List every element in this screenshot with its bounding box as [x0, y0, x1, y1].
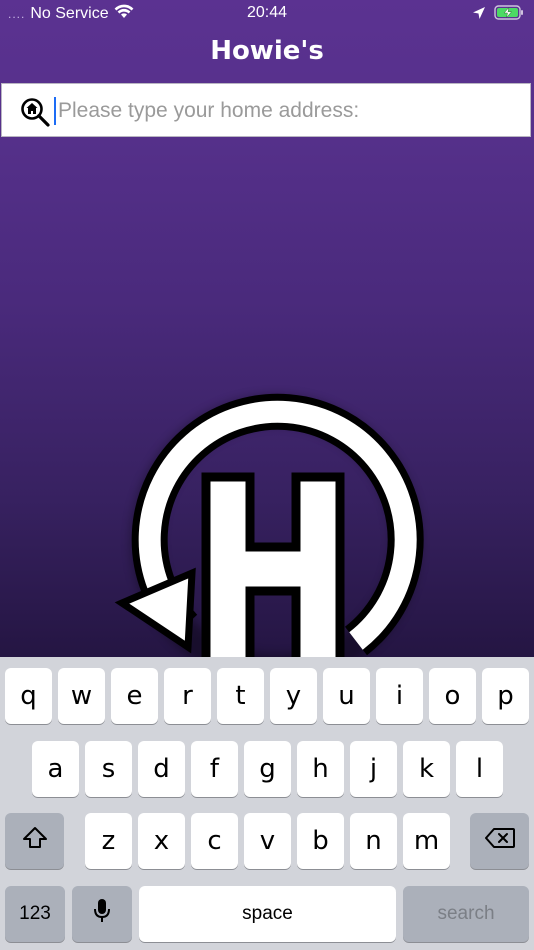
dictation-key[interactable] — [72, 886, 132, 942]
backspace-icon — [484, 826, 516, 856]
key-f[interactable]: f — [191, 741, 238, 797]
key-q[interactable]: q — [5, 668, 52, 724]
shift-icon — [22, 826, 48, 857]
key-j[interactable]: j — [350, 741, 397, 797]
key-p[interactable]: p — [482, 668, 529, 724]
backspace-key[interactable] — [470, 813, 529, 869]
app-screen: .... No Service 20:44 Howie's Please typ… — [0, 0, 534, 950]
key-g[interactable]: g — [244, 741, 291, 797]
key-r[interactable]: r — [164, 668, 211, 724]
key-h[interactable]: h — [297, 741, 344, 797]
key-o[interactable]: o — [429, 668, 476, 724]
numbers-key[interactable]: 123 — [5, 886, 65, 942]
key-b[interactable]: b — [297, 813, 344, 869]
key-z[interactable]: z — [85, 813, 132, 869]
key-l[interactable]: l — [456, 741, 503, 797]
key-y[interactable]: y — [270, 668, 317, 724]
key-w[interactable]: w — [58, 668, 105, 724]
key-c[interactable]: c — [191, 813, 238, 869]
key-a[interactable]: a — [32, 741, 79, 797]
status-time: 20:44 — [246, 4, 288, 21]
key-k[interactable]: k — [403, 741, 450, 797]
home-search-icon — [19, 96, 51, 128]
howies-h-logo — [110, 385, 430, 685]
key-e[interactable]: e — [111, 668, 158, 724]
text-cursor — [54, 97, 56, 125]
on-screen-keyboard: q w e r t y u i o p a s d f g h j k l z … — [0, 657, 534, 950]
space-key[interactable]: space — [139, 886, 396, 942]
key-m[interactable]: m — [403, 813, 450, 869]
key-x[interactable]: x — [138, 813, 185, 869]
key-n[interactable]: n — [350, 813, 397, 869]
location-arrow-icon — [472, 6, 486, 25]
address-search-bar[interactable] — [1, 83, 531, 137]
key-s[interactable]: s — [85, 741, 132, 797]
key-d[interactable]: d — [138, 741, 185, 797]
key-t[interactable]: t — [217, 668, 264, 724]
nav-bar: Howie's — [0, 30, 534, 76]
status-bar: .... No Service 20:44 — [0, 0, 534, 28]
key-u[interactable]: u — [323, 668, 370, 724]
shift-key[interactable] — [5, 813, 64, 869]
search-key[interactable]: search — [403, 886, 529, 942]
battery-charging-icon — [494, 5, 524, 25]
address-input[interactable] — [58, 92, 518, 130]
microphone-icon — [93, 898, 111, 931]
page-title: Howie's — [210, 36, 324, 66]
key-i[interactable]: i — [376, 668, 423, 724]
key-v[interactable]: v — [244, 813, 291, 869]
status-right — [472, 5, 524, 25]
